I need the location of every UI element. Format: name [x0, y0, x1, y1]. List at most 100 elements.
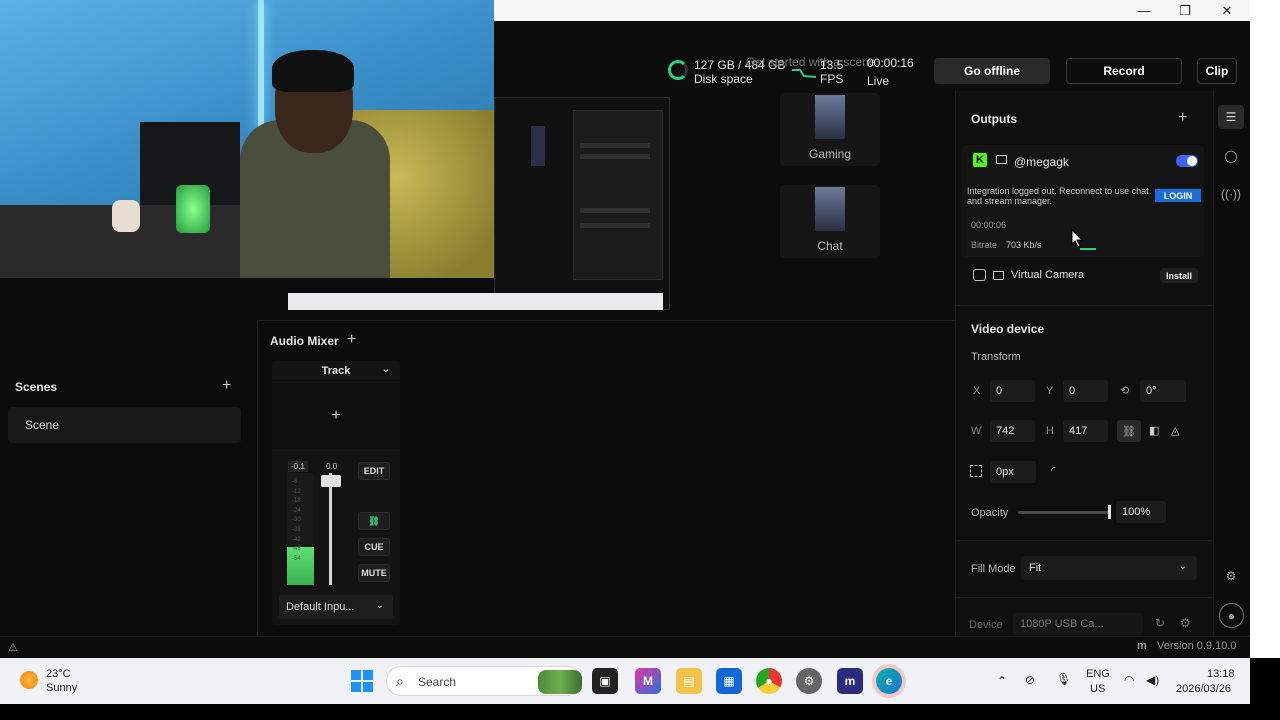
chevron-up-icon[interactable]: ⌃	[997, 674, 1007, 688]
search-icon: ⌕	[396, 673, 404, 689]
x-label: X	[973, 385, 981, 397]
screen-border	[0, 704, 1280, 720]
chevron-down-icon: ⌄	[375, 600, 384, 611]
input-device-value: Default Inpu...	[286, 601, 355, 613]
stream-account: @megagk	[1014, 155, 1069, 169]
minimize-button[interactable]: —	[1124, 0, 1164, 21]
stream-enabled-toggle[interactable]	[1176, 155, 1198, 167]
volume-fader[interactable]	[329, 473, 332, 585]
webcam-green-lamp	[176, 185, 210, 233]
live-label: Live	[867, 74, 890, 88]
file-explorer-icon[interactable]: ▤	[676, 668, 702, 694]
chevron-down-icon: ⌄	[381, 364, 390, 375]
transform-label: Transform	[971, 351, 1021, 363]
edge-icon[interactable]: e	[876, 668, 902, 694]
clock-time[interactable]: 13:18	[1207, 668, 1235, 680]
chat-icon[interactable]: ◯	[1218, 144, 1244, 168]
search-highlight-icon[interactable]	[538, 670, 582, 694]
opacity-slider-thumb[interactable]	[1108, 505, 1111, 519]
meter-tick-label: -6	[292, 479, 298, 485]
weather-temperature[interactable]: 23°C	[46, 668, 71, 680]
clip-button[interactable]: Clip	[1197, 58, 1237, 84]
chrome-icon[interactable]: ●	[756, 668, 782, 694]
scene-list-item[interactable]: Scene	[8, 407, 241, 443]
scene-card-label: Chat	[817, 239, 843, 253]
microphone-icon[interactable]: 🎙	[1056, 672, 1071, 686]
settings-app-icon[interactable]: ⚙	[796, 668, 822, 694]
broadcast-icon[interactable]: ((·))	[1218, 182, 1244, 206]
link-icon[interactable]: ⛓	[358, 512, 390, 530]
wifi-icon[interactable]: ◠	[1124, 673, 1134, 687]
close-button[interactable]: ✕	[1207, 0, 1247, 21]
install-virtual-camera-button[interactable]: Install	[1160, 268, 1198, 283]
disk-label: Disk space	[694, 72, 753, 86]
track-selector[interactable]: Track ⌄	[272, 361, 400, 381]
kick-logo-icon: K	[973, 153, 987, 167]
preview-row	[580, 208, 650, 213]
sliders-icon[interactable]: ☰	[1218, 105, 1244, 129]
language-line2[interactable]: US	[1090, 683, 1105, 695]
windows-start-icon[interactable]	[351, 670, 373, 692]
device-value: 1080P USB Ca...	[1020, 618, 1104, 630]
opacity-slider[interactable]	[1018, 511, 1110, 514]
scenes-title: Scenes	[15, 380, 58, 394]
settings-gear-icon[interactable]: ⚙	[1218, 564, 1244, 588]
streaming-app-icon[interactable]: m	[837, 668, 863, 694]
properties-title: Video device	[971, 322, 1045, 336]
scene-card-gaming[interactable]: Gaming	[780, 93, 880, 166]
width-input[interactable]: 742	[990, 420, 1035, 442]
search-label: Search	[418, 675, 457, 689]
login-button[interactable]: LOGIN	[1155, 189, 1201, 202]
input-device-select[interactable]: Default Inpu... ⌄	[279, 595, 393, 619]
m365-icon[interactable]: M	[635, 668, 661, 694]
h-label: H	[1046, 425, 1054, 437]
task-view-icon[interactable]: ▣	[592, 668, 618, 694]
side-icon-column	[1213, 91, 1250, 636]
x-input[interactable]: 0	[990, 380, 1035, 402]
network-off-icon[interactable]: ⊘	[1025, 673, 1035, 687]
flip-horizontal-icon[interactable]: ◧	[1149, 424, 1159, 437]
meter-tick-label: -18	[292, 498, 301, 505]
clock-date[interactable]: 2026/03/26	[1176, 683, 1231, 695]
refresh-icon[interactable]: ↻	[1155, 616, 1165, 630]
device-label: Device	[969, 619, 1003, 631]
monitor-icon	[996, 155, 1007, 164]
add-track-button[interactable]: +	[347, 332, 356, 348]
divider	[956, 540, 1212, 541]
opacity-input[interactable]: 100%	[1116, 501, 1166, 523]
weather-condition[interactable]: Sunny	[46, 682, 77, 694]
volume-fader-knob[interactable]	[321, 475, 341, 487]
edit-button[interactable]: EDIT	[358, 462, 390, 480]
meter-tick-label: -36	[292, 526, 301, 533]
scene-card-chat[interactable]: Chat	[780, 185, 880, 258]
mute-button[interactable]: MUTE	[358, 564, 390, 582]
status-bar	[0, 636, 1250, 658]
warning-icon[interactable]: ⚠	[8, 641, 18, 654]
fill-mode-select[interactable]: Fit ⌄	[1021, 556, 1197, 580]
y-input[interactable]: 0	[1063, 380, 1108, 402]
add-scene-button[interactable]: +	[222, 378, 231, 394]
cue-button[interactable]: CUE	[358, 538, 390, 556]
chevron-down-icon: ⌄	[1178, 561, 1187, 572]
profile-avatar-icon[interactable]: ●	[1219, 603, 1244, 628]
rotation-input[interactable]: 0°	[1140, 380, 1186, 402]
gear-icon[interactable]: ⚙	[1180, 616, 1191, 630]
padding-input[interactable]: 0px	[990, 461, 1036, 483]
record-button[interactable]: Record	[1066, 58, 1182, 84]
height-input[interactable]: 417	[1063, 420, 1108, 442]
lock-aspect-link-icon[interactable]: ⛓	[1117, 420, 1141, 442]
bitrate-label: Bitrate	[971, 240, 998, 250]
outputs-title: Outputs	[971, 112, 1017, 126]
device-select[interactable]: 1080P USB Ca...	[1013, 613, 1143, 635]
corner-radius-icon[interactable]: ◜	[1051, 464, 1055, 477]
language-line1[interactable]: ENG	[1086, 668, 1110, 680]
add-output-button[interactable]: +	[1178, 110, 1187, 126]
add-source-button[interactable]: +	[272, 383, 400, 449]
store-icon[interactable]: ▦	[716, 668, 742, 694]
disk-usage-ring-icon	[668, 60, 688, 80]
maximize-button[interactable]: ❐	[1165, 0, 1205, 21]
flip-vertical-icon[interactable]: ◬	[1171, 424, 1179, 437]
preview-row	[580, 154, 650, 159]
volume-icon[interactable]: ◀)	[1146, 673, 1159, 687]
go-offline-button[interactable]: Go offline	[934, 58, 1050, 84]
